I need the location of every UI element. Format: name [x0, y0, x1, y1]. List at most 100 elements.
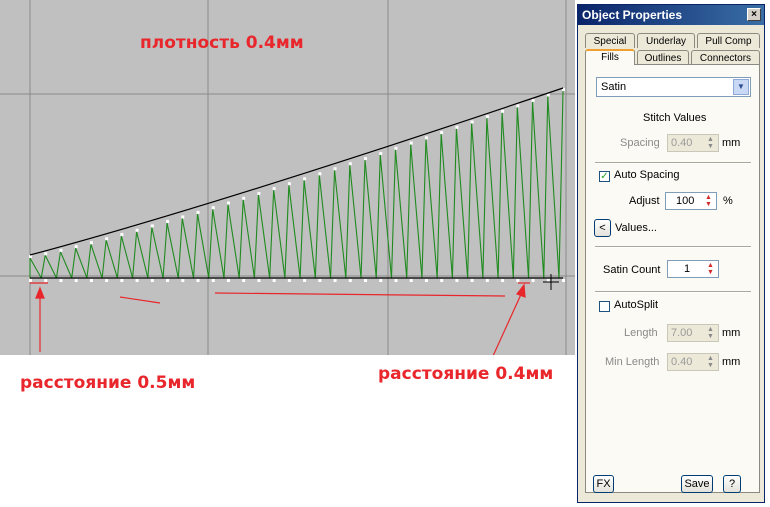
stitch-point — [364, 279, 368, 282]
tab-pull-comp[interactable]: Pull Comp — [697, 33, 760, 48]
min-length-label: Min Length — [605, 356, 660, 368]
stitch-line — [147, 227, 153, 279]
stitch-line — [425, 139, 438, 279]
stitch-line — [421, 139, 427, 279]
tab-special[interactable]: Special — [585, 33, 635, 48]
right-arrow-line — [492, 289, 524, 355]
adjust-label: Adjust — [629, 195, 660, 207]
stitch-point — [120, 279, 124, 282]
stitch-point — [333, 279, 337, 282]
values-back-button[interactable]: < — [594, 219, 611, 237]
autosplit-checkbox[interactable] — [599, 301, 610, 312]
satin-stitches — [29, 88, 565, 282]
stitch-line — [318, 175, 332, 279]
stitch-point — [409, 279, 413, 282]
stitch-line — [299, 180, 305, 279]
stitch-line — [75, 247, 88, 279]
stitch-line — [516, 107, 530, 279]
stitch-line — [177, 218, 183, 279]
stitch-point — [135, 228, 139, 232]
satin-count-spinner[interactable]: 1 ▲ ▼ — [667, 260, 719, 278]
stitch-line — [208, 209, 214, 279]
stitch-line — [375, 154, 381, 279]
stitch-line — [132, 231, 138, 279]
stitch-preview — [0, 0, 575, 355]
tab-fills[interactable]: Fills — [585, 49, 635, 65]
stitch-point — [257, 279, 261, 282]
spin-arrows-icon[interactable]: ▲ ▼ — [704, 326, 717, 340]
stitch-point — [181, 279, 185, 282]
stitch-point — [211, 279, 215, 282]
stitch-line — [192, 213, 199, 279]
stitch-line — [543, 96, 549, 279]
top-edge-curve — [29, 87, 564, 256]
spacing-label: Spacing — [620, 137, 660, 149]
length-value: 7.00 — [671, 327, 693, 339]
fx-button[interactable]: FX — [593, 475, 614, 493]
stitch-point — [196, 210, 200, 214]
stitch-line — [55, 251, 62, 279]
help-button[interactable]: ? — [723, 475, 741, 493]
satin-count-value: 1 — [684, 263, 691, 275]
spin-arrows-icon[interactable]: ▲ ▼ — [702, 194, 715, 208]
divider — [595, 291, 751, 293]
stitch-point — [226, 201, 230, 205]
spacing-spinner[interactable]: 0.40 ▲ ▼ — [667, 134, 719, 152]
adjust-spinner[interactable]: 100 ▲ ▼ — [665, 192, 717, 210]
left-arrowhead — [35, 286, 45, 299]
auto-spacing-label: Auto Spacing — [614, 169, 680, 181]
tab-outlines[interactable]: Outlines — [637, 50, 689, 65]
fill-type-select[interactable]: Satin ▼ — [596, 77, 751, 97]
spin-arrows-icon[interactable]: ▲ ▼ — [704, 262, 717, 276]
stitch-point — [470, 279, 474, 282]
stitch-line — [59, 251, 73, 279]
stitch-point — [364, 157, 368, 161]
distance-right-annotation: расстояние 0.4мм — [378, 364, 554, 384]
tab-underlay[interactable]: Underlay — [637, 33, 695, 48]
min-length-spinner[interactable]: 0.40 ▲ ▼ — [667, 353, 719, 371]
stitch-point — [44, 252, 48, 256]
stitch-line — [451, 128, 457, 279]
stitch-line — [284, 185, 290, 279]
stitch-line — [436, 134, 442, 279]
length-spinner[interactable]: 7.00 ▲ ▼ — [667, 324, 719, 342]
stitch-point — [135, 279, 139, 282]
auto-spacing-checkbox[interactable]: ✓ — [599, 171, 610, 182]
stitch-line — [136, 231, 149, 279]
design-canvas[interactable] — [0, 0, 575, 355]
save-button[interactable]: Save — [681, 475, 713, 493]
stitch-point — [333, 167, 337, 171]
stitch-line — [257, 194, 271, 279]
stitch-point — [318, 279, 322, 282]
stitch-point — [196, 279, 200, 282]
stitch-line — [303, 180, 316, 279]
stitch-line — [105, 240, 118, 279]
stitch-line — [273, 190, 286, 279]
right-arrowhead — [516, 283, 526, 298]
tab-connectors[interactable]: Connectors — [691, 50, 760, 65]
stitch-point — [516, 279, 520, 282]
values-label[interactable]: Values... — [615, 222, 657, 234]
close-button[interactable]: × — [747, 8, 761, 21]
stitch-line — [410, 144, 423, 279]
stitch-line — [181, 218, 195, 279]
stitch-line — [116, 235, 122, 279]
spin-arrows-icon[interactable]: ▲ ▼ — [704, 136, 717, 150]
panel-title-bar[interactable]: Object Properties × — [578, 5, 764, 25]
min-length-value: 0.40 — [671, 356, 693, 368]
stitch-point — [242, 196, 246, 200]
stitch-line — [467, 123, 473, 279]
stitch-point — [303, 177, 307, 181]
stitch-line — [547, 96, 560, 279]
stitch-line — [364, 160, 377, 279]
stitch-line — [314, 175, 320, 279]
spin-arrows-icon[interactable]: ▲ ▼ — [704, 355, 717, 369]
adjust-value: 100 — [676, 195, 695, 207]
stitch-line — [482, 118, 488, 279]
stitch-point — [562, 279, 565, 282]
chevron-down-icon[interactable]: ▼ — [733, 79, 749, 95]
stitch-point — [272, 279, 276, 282]
stitch-line — [330, 170, 336, 279]
stitch-line — [196, 213, 210, 279]
stitch-line — [120, 235, 134, 279]
